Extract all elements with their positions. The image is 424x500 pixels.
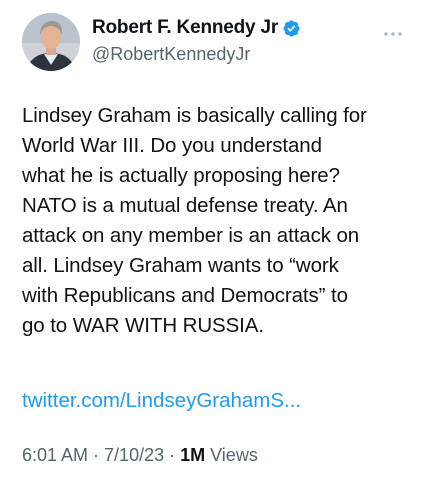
author-handle[interactable]: @RobertKennedyJr [92,44,250,65]
views-label: Views [205,445,258,465]
avatar[interactable] [22,13,80,71]
tweet-meta: 6:01 AM · 7/10/23 · 1M Views [22,443,258,467]
tweet-link[interactable]: twitter.com/LindseyGrahamS... [22,386,301,416]
views-count: 1M [180,445,206,465]
verified-badge-icon [282,19,301,38]
tweet-time[interactable]: 6:01 AM [22,445,88,465]
avatar-image [22,13,80,71]
author-display-name[interactable]: Robert F. Kennedy Jr [92,17,278,39]
tweet-card: Robert F. Kennedy Jr @RobertKennedyJr Li… [0,0,424,500]
tweet-text: Lindsey Graham is basically calling for … [22,104,367,337]
meta-separator: · [88,445,105,465]
meta-separator: · [164,445,181,465]
author-name-row: Robert F. Kennedy Jr [92,14,301,42]
more-options-icon[interactable] [383,24,403,36]
tweet-date[interactable]: 7/10/23 [104,445,164,465]
